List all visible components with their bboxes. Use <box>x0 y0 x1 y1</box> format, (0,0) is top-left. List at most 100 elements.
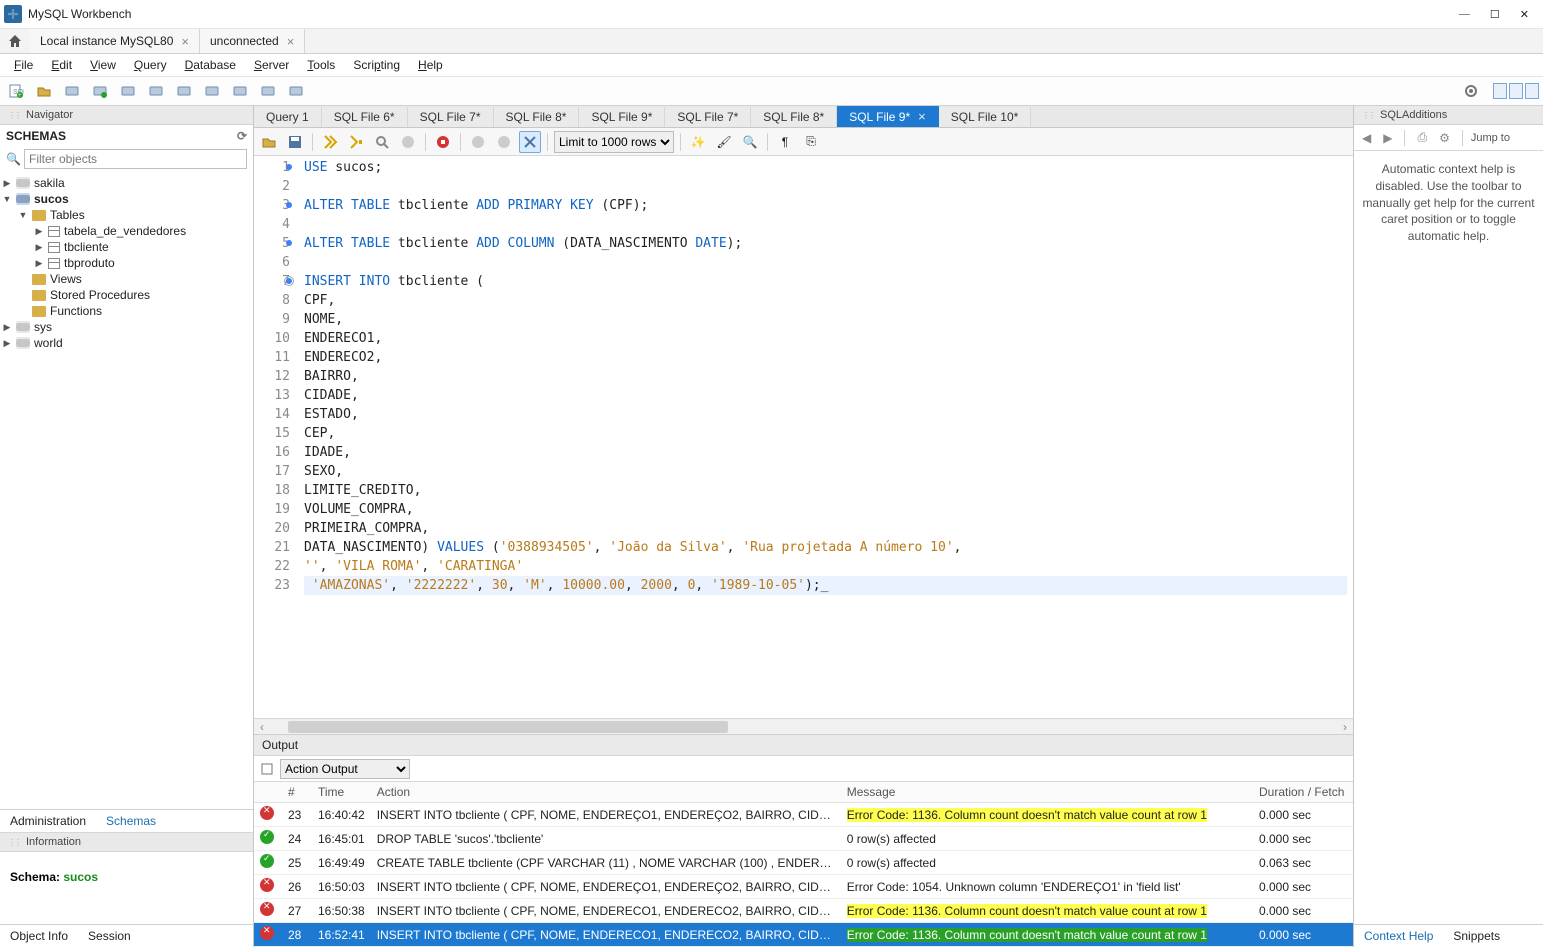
editor-tab[interactable]: SQL File 8* <box>494 107 580 127</box>
tab-administration[interactable]: Administration <box>0 810 96 832</box>
output-type-select[interactable]: Action Output <box>280 759 410 779</box>
stop-icon[interactable] <box>397 131 419 153</box>
output-row[interactable]: 2716:50:38INSERT INTO tbcliente ( CPF, N… <box>254 899 1353 923</box>
horizontal-scrollbar[interactable]: ‹› <box>254 718 1353 734</box>
open-sql-button[interactable] <box>32 79 56 103</box>
tree-db-sys[interactable]: sys <box>34 320 52 334</box>
wrap-icon[interactable]: ¶ <box>774 131 796 153</box>
editor-tab[interactable]: SQL File 8* <box>751 107 837 127</box>
tree-fn[interactable]: Functions <box>50 304 102 318</box>
tab-object-info[interactable]: Object Info <box>0 925 78 947</box>
tree-views[interactable]: Views <box>50 272 82 286</box>
col-num[interactable]: # <box>282 782 312 803</box>
sql-editor[interactable]: 1234567891011121314151617181920212223 US… <box>254 156 1353 718</box>
tree-tables[interactable]: Tables <box>50 208 85 222</box>
tree-db-sucos[interactable]: sucos <box>34 192 69 206</box>
tree-table-2[interactable]: tbcliente <box>64 240 109 254</box>
execute-current-icon[interactable] <box>345 131 367 153</box>
ctx-pin-icon[interactable]: ⎙ <box>1413 130 1431 145</box>
new-sql-tab-button[interactable]: SQL+ <box>4 79 28 103</box>
output-row[interactable]: 2616:50:03INSERT INTO tbcliente ( CPF, N… <box>254 875 1353 899</box>
editor-tab[interactable]: SQL File 9* × <box>837 106 939 127</box>
tree-sp[interactable]: Stored Procedures <box>50 288 150 302</box>
menu-server[interactable]: Server <box>246 56 297 74</box>
toolbar-button-5[interactable] <box>172 79 196 103</box>
menu-edit[interactable]: Edit <box>43 56 80 74</box>
output-row[interactable]: 2816:52:41INSERT INTO tbcliente ( CPF, N… <box>254 923 1353 947</box>
tab-session[interactable]: Session <box>78 925 141 947</box>
menu-query[interactable]: Query <box>126 56 175 74</box>
toolbar-button-4[interactable] <box>144 79 168 103</box>
explain-icon[interactable] <box>371 131 393 153</box>
autocommit-toggle[interactable] <box>519 131 541 153</box>
editor-tab-label: SQL File 8* <box>506 110 567 124</box>
menu-database[interactable]: Database <box>177 56 244 74</box>
editor-tab[interactable]: SQL File 6* <box>322 107 408 127</box>
tree-table-3[interactable]: tbproduto <box>64 256 115 270</box>
limit-rows-select[interactable]: Limit to 1000 rows <box>554 131 674 153</box>
ctx-back-icon[interactable]: ◀ <box>1358 131 1375 145</box>
close-button[interactable]: ✕ <box>1520 8 1529 21</box>
ctx-auto-icon[interactable]: ⚙ <box>1435 131 1454 145</box>
toggle-right-panel[interactable] <box>1525 83 1539 99</box>
col-time[interactable]: Time <box>312 782 371 803</box>
output-row[interactable]: 2316:40:42INSERT INTO tbcliente ( CPF, N… <box>254 803 1353 827</box>
save-icon[interactable] <box>284 131 306 153</box>
output-clear-icon[interactable] <box>260 762 274 776</box>
minimize-button[interactable]: — <box>1459 8 1470 21</box>
menu-file[interactable]: File <box>6 56 41 74</box>
col-action[interactable]: Action <box>371 782 841 803</box>
schema-tree[interactable]: ▶sakila ▼sucos ▼Tables ▶tabela_de_vended… <box>0 173 253 809</box>
output-row[interactable]: 2416:45:01DROP TABLE 'sucos'.'tbcliente'… <box>254 827 1353 851</box>
brush-icon[interactable]: 🖌 <box>713 131 735 153</box>
execute-icon[interactable] <box>319 131 341 153</box>
editor-tab[interactable]: Query 1 <box>254 107 322 127</box>
editor-tab[interactable]: SQL File 7* <box>408 107 494 127</box>
refresh-icon[interactable]: ⟳ <box>237 129 247 143</box>
tab-schemas[interactable]: Schemas <box>96 810 166 832</box>
toolbar-button-6[interactable] <box>200 79 224 103</box>
invisible-icon[interactable]: ⎘ <box>800 131 822 153</box>
conn-tab-unconnected[interactable]: unconnected × <box>200 29 305 53</box>
col-message[interactable]: Message <box>841 782 1253 803</box>
success-icon <box>260 854 274 868</box>
toolbar-button-3[interactable] <box>116 79 140 103</box>
editor-tab[interactable]: SQL File 9* <box>579 107 665 127</box>
toggle-bottom-panel[interactable] <box>1509 83 1523 99</box>
editor-tab[interactable]: SQL File 7* <box>665 107 751 127</box>
tab-snippets[interactable]: Snippets <box>1443 925 1510 947</box>
commit-icon[interactable] <box>467 131 489 153</box>
tree-db-world[interactable]: world <box>34 336 63 350</box>
maximize-button[interactable]: ☐ <box>1490 8 1500 21</box>
close-icon[interactable]: × <box>287 34 295 49</box>
close-icon[interactable]: × <box>918 109 926 124</box>
toolbar-button-8[interactable] <box>256 79 280 103</box>
stop-on-error-icon[interactable] <box>432 131 454 153</box>
toggle-left-panel[interactable] <box>1493 83 1507 99</box>
filter-objects-input[interactable] <box>24 149 247 169</box>
open-file-icon[interactable] <box>258 131 280 153</box>
menu-scripting[interactable]: Scripting <box>345 56 408 74</box>
menu-tools[interactable]: Tools <box>299 56 343 74</box>
editor-tab[interactable]: SQL File 10* <box>939 107 1032 127</box>
tab-context-help[interactable]: Context Help <box>1354 925 1443 947</box>
editor-tab-label: SQL File 9* <box>849 110 910 124</box>
toolbar-button-7[interactable] <box>228 79 252 103</box>
gear-icon[interactable] <box>1459 79 1483 103</box>
menu-help[interactable]: Help <box>410 56 451 74</box>
toolbar-button-9[interactable] <box>284 79 308 103</box>
menu-view[interactable]: View <box>82 56 124 74</box>
toolbar-button-1[interactable] <box>60 79 84 103</box>
conn-tab-local[interactable]: Local instance MySQL80 × <box>30 29 200 53</box>
tree-db-sakila[interactable]: sakila <box>34 176 65 190</box>
col-duration[interactable]: Duration / Fetch <box>1253 782 1353 803</box>
output-row[interactable]: 2516:49:49CREATE TABLE tbcliente (CPF VA… <box>254 851 1353 875</box>
rollback-icon[interactable] <box>493 131 515 153</box>
find-icon[interactable]: 🔍 <box>739 131 761 153</box>
toolbar-button-2[interactable] <box>88 79 112 103</box>
home-button[interactable] <box>0 33 30 49</box>
ctx-fwd-icon[interactable]: ▶ <box>1379 131 1396 145</box>
close-icon[interactable]: × <box>181 34 189 49</box>
beautify-icon[interactable]: ✨ <box>687 131 709 153</box>
tree-table-1[interactable]: tabela_de_vendedores <box>64 224 186 238</box>
